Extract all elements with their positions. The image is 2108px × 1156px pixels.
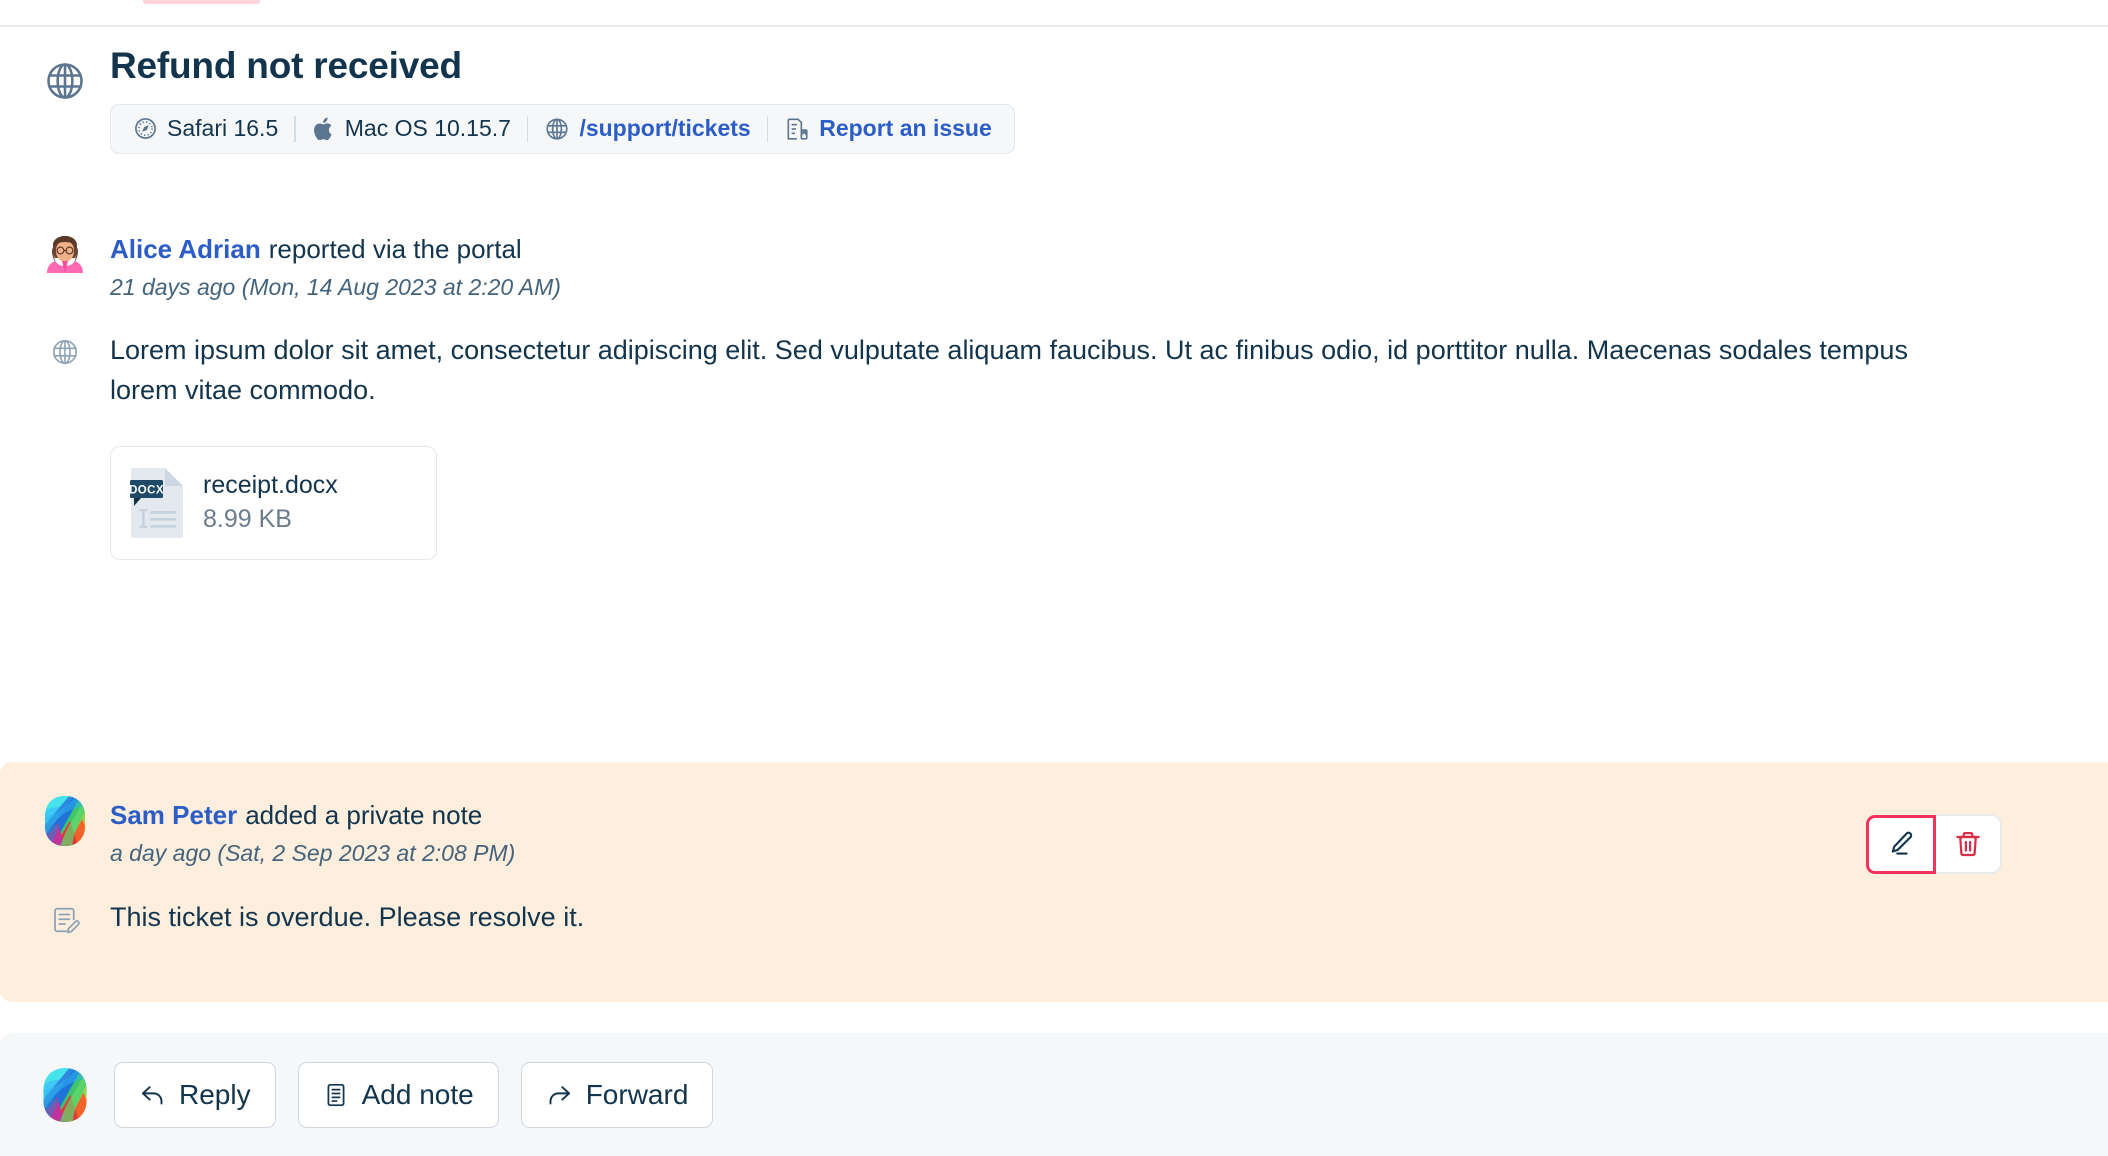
note-action-group <box>1866 814 2000 874</box>
note-doc-icon <box>323 1082 349 1108</box>
freshworks-logo-avatar <box>45 796 85 846</box>
note-body-text: This ticket is overdue. Please resolve i… <box>110 902 585 933</box>
edit-note-button[interactable] <box>1866 814 1936 874</box>
ticket-conversation-page: Refund not received Safari 16.5 Mac OS 1… <box>0 0 2108 1156</box>
author-action: reported via the portal <box>268 234 522 264</box>
forward-button-label: Forward <box>585 1078 689 1110</box>
safari-icon <box>133 116 158 141</box>
note-header: Sam Peter added a private note a day ago … <box>40 796 2108 867</box>
meta-os-label: Mac OS 10.15.7 <box>344 115 511 142</box>
meta-item-browser: Safari 16.5 <box>117 105 294 153</box>
meta-item-page-url[interactable]: /support/tickets <box>528 105 766 153</box>
message-author-line: Alice Adrian reported via the portal <box>110 232 561 267</box>
globe-icon <box>544 116 570 142</box>
meta-browser-label: Safari 16.5 <box>167 115 279 142</box>
note-author-line: Sam Peter added a private note <box>110 798 515 833</box>
delete-note-button[interactable] <box>1936 816 2000 872</box>
attachment-name: receipt.docx <box>203 471 338 500</box>
ticket-meta-bar: Safari 16.5 Mac OS 10.15.7 /support/tick… <box>110 103 1015 154</box>
avatar <box>40 230 90 280</box>
author-name[interactable]: Sam Peter <box>110 800 237 830</box>
globe-icon <box>40 331 90 381</box>
apple-icon <box>312 116 336 142</box>
overdue-status-strip <box>143 0 260 4</box>
author-name[interactable]: Alice Adrian <box>110 234 261 264</box>
reply-button-label: Reply <box>179 1078 251 1110</box>
author-action: added a private note <box>245 800 483 830</box>
add-note-button[interactable]: Add note <box>297 1061 499 1128</box>
ticket-header: Refund not received Safari 16.5 Mac OS 1… <box>0 44 2108 154</box>
reply-action-bar: Reply Add note Forward <box>0 1033 2108 1156</box>
avatar <box>38 1067 92 1123</box>
reply-button[interactable]: Reply <box>114 1061 276 1128</box>
freshworks-logo-avatar <box>43 1067 87 1122</box>
header-divider <box>0 25 2108 27</box>
svg-text:DOCX: DOCX <box>129 484 164 496</box>
docx-file-icon: DOCX <box>129 466 187 540</box>
add-note-button-label: Add note <box>361 1078 474 1110</box>
note-body-row: This ticket is overdue. Please resolve i… <box>40 899 2108 949</box>
pencil-icon <box>1886 829 1916 859</box>
meta-item-report-issue[interactable]: Report an issue <box>768 105 1008 153</box>
meta-item-os: Mac OS 10.15.7 <box>296 105 527 153</box>
note-timestamp: a day ago (Sat, 2 Sep 2023 at 2:08 PM) <box>110 840 516 867</box>
trash-icon <box>1953 829 1983 859</box>
message-timestamp: 21 days ago (Mon, 14 Aug 2023 at 2:20 AM… <box>110 274 561 301</box>
page-title: Refund not received <box>110 45 462 86</box>
message-body-row: Lorem ipsum dolor sit amet, consectetur … <box>40 331 2108 410</box>
meta-url-label: /support/tickets <box>579 115 751 142</box>
attachment-card[interactable]: DOCX receipt.docx 8.99 KB <box>110 445 437 560</box>
avatar <box>40 796 90 846</box>
message-body-text: Lorem ipsum dolor sit amet, consectetur … <box>110 335 1908 405</box>
meta-report-label: Report an issue <box>819 115 992 142</box>
reply-arrow-icon <box>139 1081 166 1108</box>
attachment-size: 8.99 KB <box>203 505 292 534</box>
globe-icon <box>40 56 90 106</box>
message-private-note: Sam Peter added a private note a day ago … <box>0 762 2108 1002</box>
message-customer: Alice Adrian reported via the portal 21 d… <box>0 230 2108 560</box>
woman-emoji-avatar <box>47 236 83 273</box>
forward-button[interactable]: Forward <box>520 1061 714 1128</box>
report-icon <box>784 116 810 142</box>
forward-arrow-icon <box>546 1081 573 1108</box>
message-header: Alice Adrian reported via the portal 21 d… <box>40 230 2108 301</box>
note-edit-icon <box>40 899 90 949</box>
